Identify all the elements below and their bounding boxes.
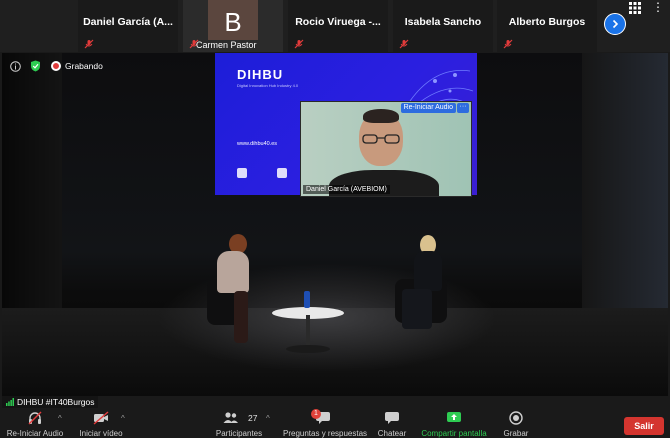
- headphones-off-icon: [28, 411, 42, 425]
- more-options-button[interactable]: ⋮: [652, 1, 664, 13]
- participants-options-caret[interactable]: ^: [266, 414, 270, 423]
- restart-audio-toolbar-button[interactable]: Re-Iniciar Audio: [2, 408, 68, 438]
- mic-muted-icon: [399, 39, 409, 49]
- chat-label: Chatear: [377, 429, 407, 438]
- qa-button[interactable]: Preguntas y respuestas: [283, 408, 368, 438]
- participant-name: Rocio Viruega -...: [295, 16, 381, 28]
- record-button[interactable]: Grabar: [498, 408, 534, 438]
- participant-name: Alberto Burgos: [508, 16, 586, 28]
- speaker-right-body: [414, 251, 442, 291]
- signal-icon: [6, 398, 14, 406]
- speaker-name-label: DIHBU #IT40Burgos: [17, 397, 95, 407]
- participant-name: Isabela Sancho: [404, 16, 482, 28]
- participant-strip: Daniel García (A... B Carmen Pastor Roci…: [0, 0, 670, 52]
- dihbu-logo: DIHBU: [237, 67, 284, 82]
- record-icon: [509, 411, 523, 425]
- share-screen-button[interactable]: Compartir pantalla: [418, 408, 490, 438]
- speaker-name-tag: DIHBU #IT40Burgos: [2, 396, 99, 408]
- chevron-right-icon: [612, 19, 619, 29]
- qa-badge: 1: [311, 409, 321, 419]
- gallery-view-icon[interactable]: [629, 2, 641, 14]
- participant-name: Carmen Pastor: [196, 40, 257, 50]
- qa-label: Preguntas y respuestas: [283, 429, 368, 438]
- main-video: DIHBU Digital Innovation Hub Industry 4.…: [2, 53, 668, 396]
- shield-icon[interactable]: [30, 60, 41, 72]
- zoom-meeting-window: Daniel García (A... B Carmen Pastor Roci…: [0, 0, 670, 438]
- participants-icon: [223, 412, 238, 423]
- recording-icon: [51, 61, 61, 71]
- video-options-caret[interactable]: ^: [121, 414, 125, 423]
- participant-tile[interactable]: Isabela Sancho: [393, 0, 493, 52]
- audio-options-caret[interactable]: ^: [58, 414, 62, 423]
- record-label: Grabar: [503, 429, 529, 438]
- participant-tile[interactable]: Rocio Viruega -...: [288, 0, 388, 52]
- sponsor-logo: [277, 168, 287, 178]
- video-off-icon: [93, 411, 109, 425]
- speaker-hair: [363, 109, 399, 123]
- dihbu-url: www.dihbu40.es: [237, 141, 278, 147]
- restart-audio-label: Re-Iniciar Audio: [6, 429, 64, 438]
- chat-icon: [385, 412, 399, 424]
- glasses-icon: [362, 134, 400, 144]
- participant-tile[interactable]: B Carmen Pastor: [183, 0, 283, 52]
- mic-muted-icon: [503, 39, 513, 49]
- meeting-toolbar: Re-Iniciar Audio ^ Iniciar vídeo ^ Parti…: [0, 408, 670, 438]
- speaker-right-legs: [402, 289, 432, 329]
- embedded-video[interactable]: Re-Iniciar Audio ··· Daniel García (AVEB…: [300, 101, 472, 197]
- restart-audio-button[interactable]: Re-Iniciar Audio: [400, 103, 456, 113]
- chat-button[interactable]: Chatear: [372, 408, 412, 438]
- start-video-button[interactable]: Iniciar vídeo: [74, 408, 128, 438]
- table-base: [286, 345, 330, 353]
- participants-label: Participantes: [215, 429, 263, 438]
- water-bottle: [304, 291, 310, 308]
- sponsor-logo: [237, 168, 247, 178]
- share-screen-icon: [447, 412, 461, 422]
- participant-name: Daniel García (A...: [83, 16, 173, 28]
- leave-button[interactable]: Salir: [624, 417, 664, 435]
- share-screen-label: Compartir pantalla: [421, 429, 487, 438]
- video-more-button[interactable]: ···: [457, 103, 469, 113]
- next-page-button[interactable]: [604, 13, 626, 35]
- start-video-label: Iniciar vídeo: [79, 429, 123, 438]
- mic-muted-icon: [294, 39, 304, 49]
- speaker-left-body: [217, 251, 249, 293]
- avatar: B: [208, 0, 258, 40]
- participants-count: 27: [248, 413, 258, 423]
- participant-tile[interactable]: Daniel García (A...: [78, 0, 178, 52]
- video-name-label: Daniel García (AVEBIOM): [303, 185, 390, 194]
- sponsor-logos: [237, 168, 297, 178]
- participant-tile[interactable]: Alberto Burgos: [497, 0, 597, 52]
- dihbu-subtitle: Digital Innovation Hub Industry 4.0: [237, 83, 299, 88]
- mic-muted-icon: [84, 39, 94, 49]
- speaker-left-legs: [234, 291, 248, 343]
- recording-label: Grabando: [65, 61, 103, 71]
- info-icon[interactable]: [10, 61, 21, 72]
